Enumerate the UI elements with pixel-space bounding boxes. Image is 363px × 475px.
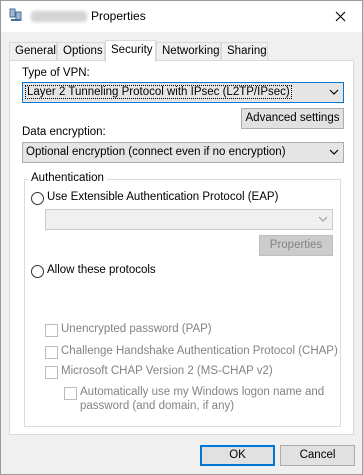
chap-label: Challenge Handshake Authentication Proto… [61,345,338,357]
mschapv2-label: Microsoft CHAP Version 2 (MS-CHAP v2) [61,365,273,377]
security-tab-panel: Type of VPN: Layer 2 Tunneling Protocol … [9,60,354,435]
allow-protocols-label: Allow these protocols [47,264,156,276]
chevron-down-icon [329,89,339,95]
window-title: Properties [91,9,146,23]
use-eap-radio[interactable]: Use Extensible Authentication Protocol (… [31,191,331,206]
close-button[interactable] [319,1,362,32]
radio-button[interactable] [31,265,44,278]
pap-checkbox[interactable]: Unencrypted password (PAP) [45,323,335,338]
tab-sharing[interactable]: Sharing [221,42,268,61]
checkbox[interactable] [45,366,58,379]
chevron-down-icon [318,216,328,222]
network-connection-icon [8,8,24,24]
checkbox[interactable] [45,346,58,359]
tab-security[interactable]: Security [105,40,156,62]
tab-networking[interactable]: Networking [156,42,221,61]
tab-general[interactable]: General [9,42,57,61]
properties-dialog: Properties General Options Security Netw… [0,0,363,475]
auto-logon-label-line1: Automatically use my Windows logon name … [80,386,325,398]
vpn-type-select[interactable]: Layer 2 Tunneling Protocol with IPsec (L… [22,82,344,103]
auto-logon-label-line2: password (and domain, if any) [80,400,235,412]
close-icon [335,11,346,22]
mschapv2-checkbox[interactable]: Microsoft CHAP Version 2 (MS-CHAP v2) [45,365,335,380]
data-encryption-select[interactable]: Optional encryption (connect even if no … [22,142,344,163]
vpn-type-label: Type of VPN: [22,67,90,79]
eap-properties-button[interactable]: Properties [259,235,333,256]
radio-button[interactable] [31,192,44,205]
connection-name-redacted [31,11,87,22]
tab-options[interactable]: Options [57,42,105,61]
advanced-settings-button[interactable]: Advanced settings [241,108,344,129]
ok-button[interactable]: OK [200,445,275,466]
checkbox[interactable] [64,387,77,400]
pap-label: Unencrypted password (PAP) [61,323,212,335]
chap-checkbox[interactable]: Challenge Handshake Authentication Proto… [45,345,345,360]
authentication-group-title: Authentication [28,172,107,184]
data-encryption-value: Optional encryption (connect even if no … [26,146,286,158]
auto-logon-checkbox[interactable]: Automatically use my Windows logon name … [64,386,334,415]
eap-method-select[interactable] [45,209,333,230]
cancel-button[interactable]: Cancel [280,445,355,466]
data-encryption-label: Data encryption: [22,126,106,138]
title-bar: Properties [1,1,362,32]
vpn-type-value: Layer 2 Tunneling Protocol with IPsec (L… [25,85,292,99]
checkbox[interactable] [45,324,58,337]
chevron-down-icon [329,149,339,155]
use-eap-label: Use Extensible Authentication Protocol (… [47,191,279,203]
allow-protocols-radio[interactable]: Allow these protocols [31,264,231,279]
